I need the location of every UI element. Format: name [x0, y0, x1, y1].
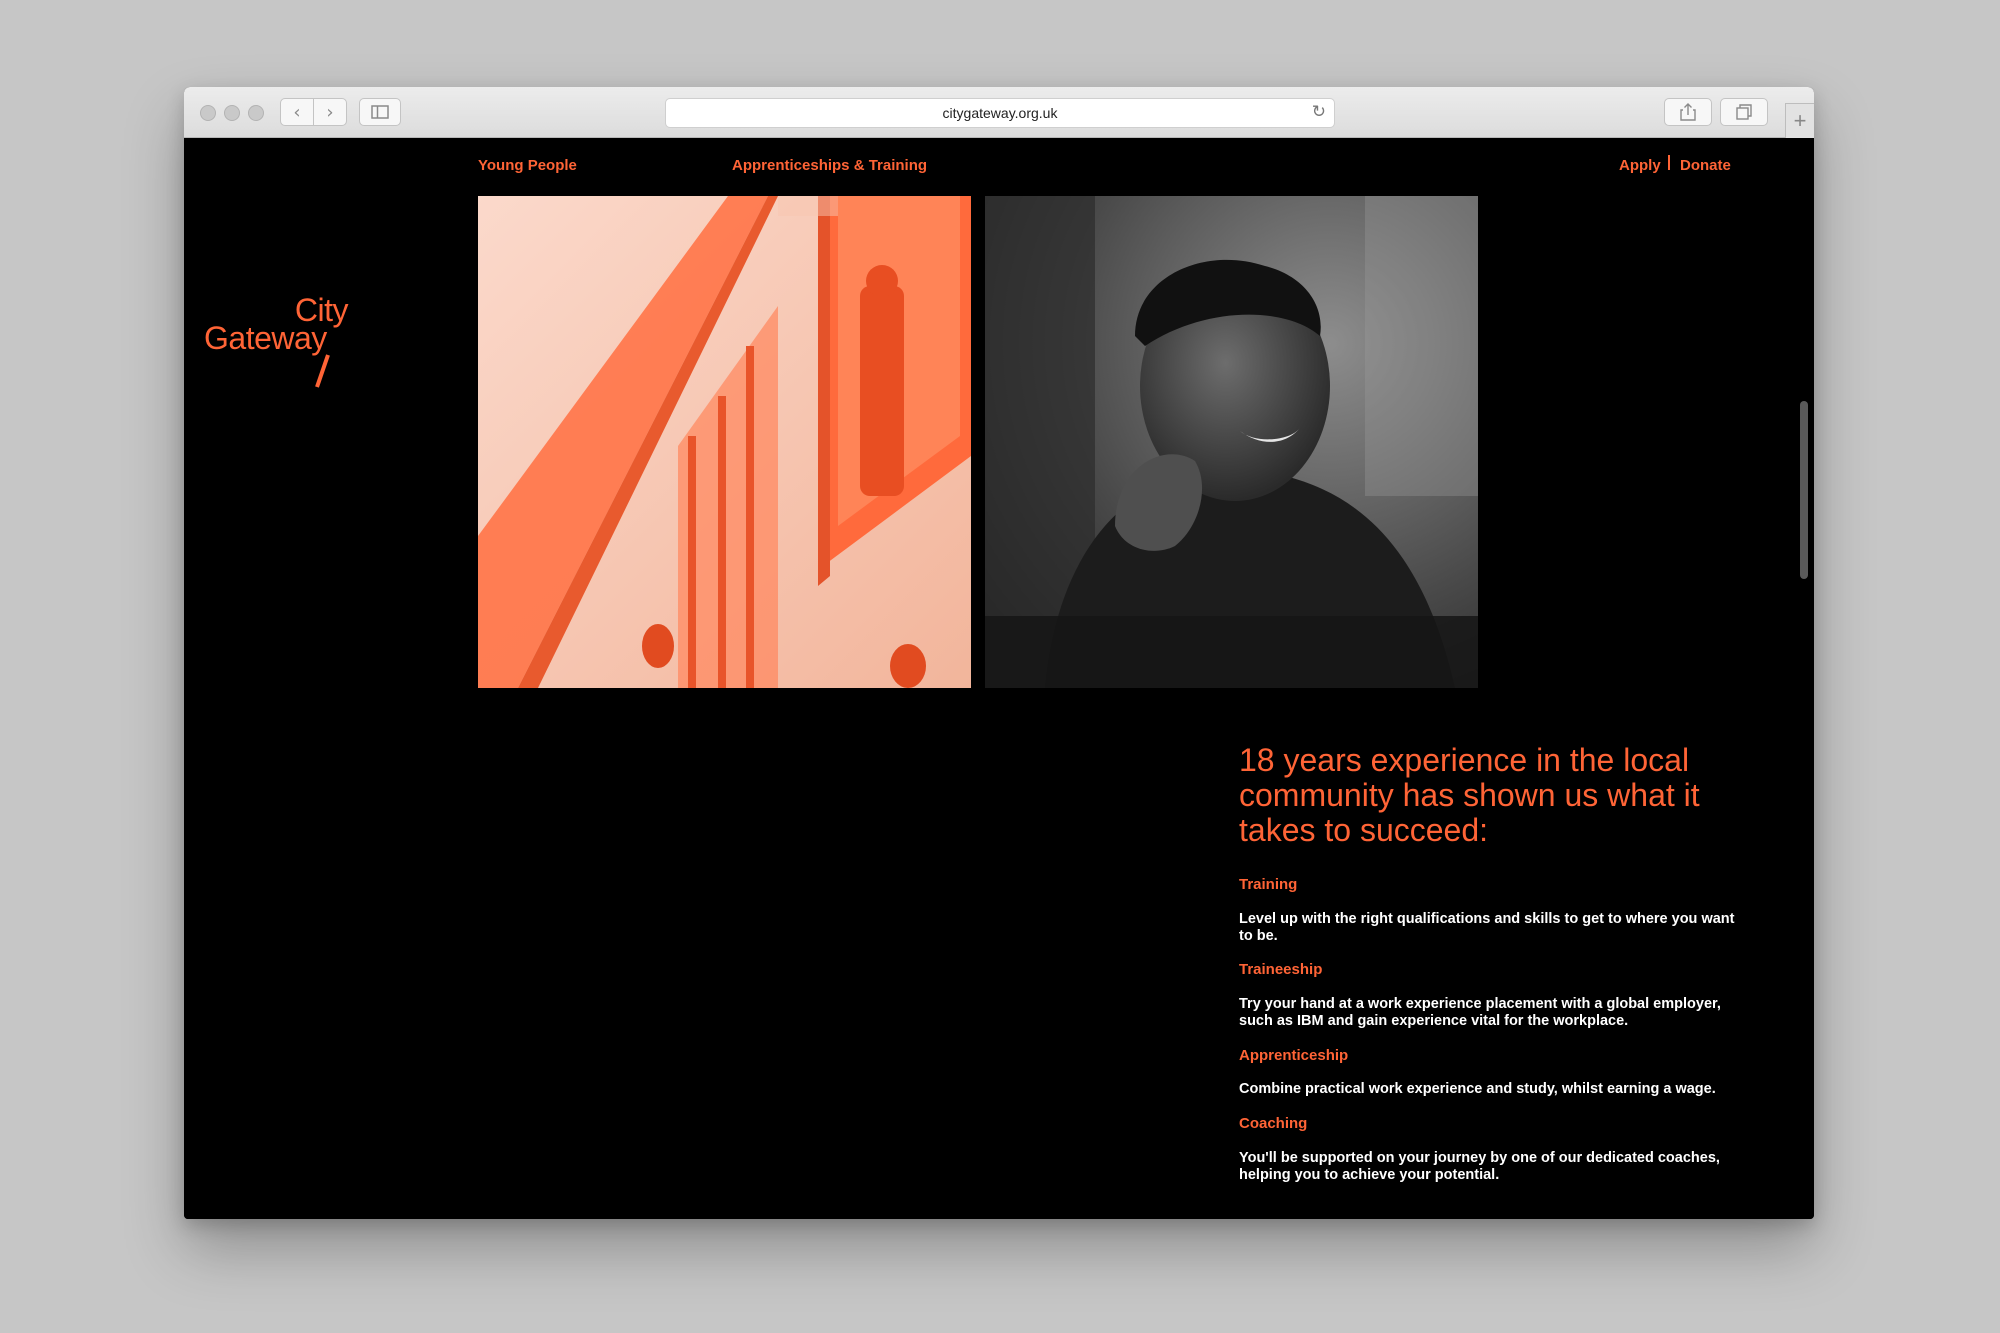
service-desc-training: Level up with the right qualifications a… [1239, 911, 1735, 944]
url-text: citygateway.org.uk [942, 105, 1058, 121]
headline: 18 years experience in the local communi… [1239, 742, 1700, 848]
nav-young-people[interactable]: Young People [478, 157, 577, 174]
service-title-training: Training [1239, 876, 1298, 893]
chevron-left-icon: ‹ [293, 101, 301, 123]
new-tab-button[interactable]: + [1785, 103, 1814, 138]
service-desc-coaching: You'll be supported on your journey by o… [1239, 1150, 1720, 1183]
service-desc-traineeship: Try your hand at a work experience place… [1239, 996, 1721, 1029]
share-icon [1680, 103, 1696, 121]
nav-apprenticeships-training[interactable]: Apprenticeships & Training [732, 157, 927, 174]
tabs-overview-button[interactable] [1720, 98, 1768, 126]
close-window-button[interactable] [200, 105, 216, 121]
plus-icon: + [1793, 108, 1807, 133]
web-page: Young People Apprenticeships & Training … [184, 138, 1814, 1219]
reload-icon[interactable]: ↻ [1312, 102, 1326, 122]
address-bar[interactable]: citygateway.org.uk ↻ [665, 98, 1335, 128]
page-scrollbar[interactable] [1800, 401, 1808, 579]
minimize-window-button[interactable] [224, 105, 240, 121]
tabs-icon [1736, 104, 1752, 120]
sidebar-toggle-button[interactable] [359, 98, 401, 126]
chevron-right-icon: › [326, 101, 334, 123]
service-title-apprenticeship: Apprenticeship [1239, 1047, 1349, 1064]
back-button[interactable]: ‹ [280, 98, 314, 126]
browser-toolbar: ‹ › citygateway.org.uk ↻ + [184, 87, 1814, 138]
sidebar-icon [371, 105, 389, 119]
nav-donate[interactable]: Donate [1680, 157, 1731, 174]
browser-window: ‹ › citygateway.org.uk ↻ + Young People … [184, 87, 1814, 1219]
logo-word-gateway: Gateway [204, 320, 327, 356]
forward-button[interactable]: › [313, 98, 347, 126]
service-desc-apprenticeship: Combine practical work experience and st… [1239, 1081, 1716, 1097]
zoom-window-button[interactable] [248, 105, 264, 121]
young-man-portrait-photo [985, 196, 1478, 688]
nav-apply[interactable]: Apply [1619, 157, 1661, 174]
service-title-coaching: Coaching [1239, 1115, 1308, 1132]
service-title-traineeship: Traineeship [1239, 961, 1323, 978]
logo-slash-mark [315, 354, 330, 388]
nav-divider [1668, 155, 1670, 170]
city-gateway-logo[interactable]: City Gateway [204, 292, 374, 398]
staircase-photo [478, 196, 971, 688]
share-button[interactable] [1664, 98, 1712, 126]
